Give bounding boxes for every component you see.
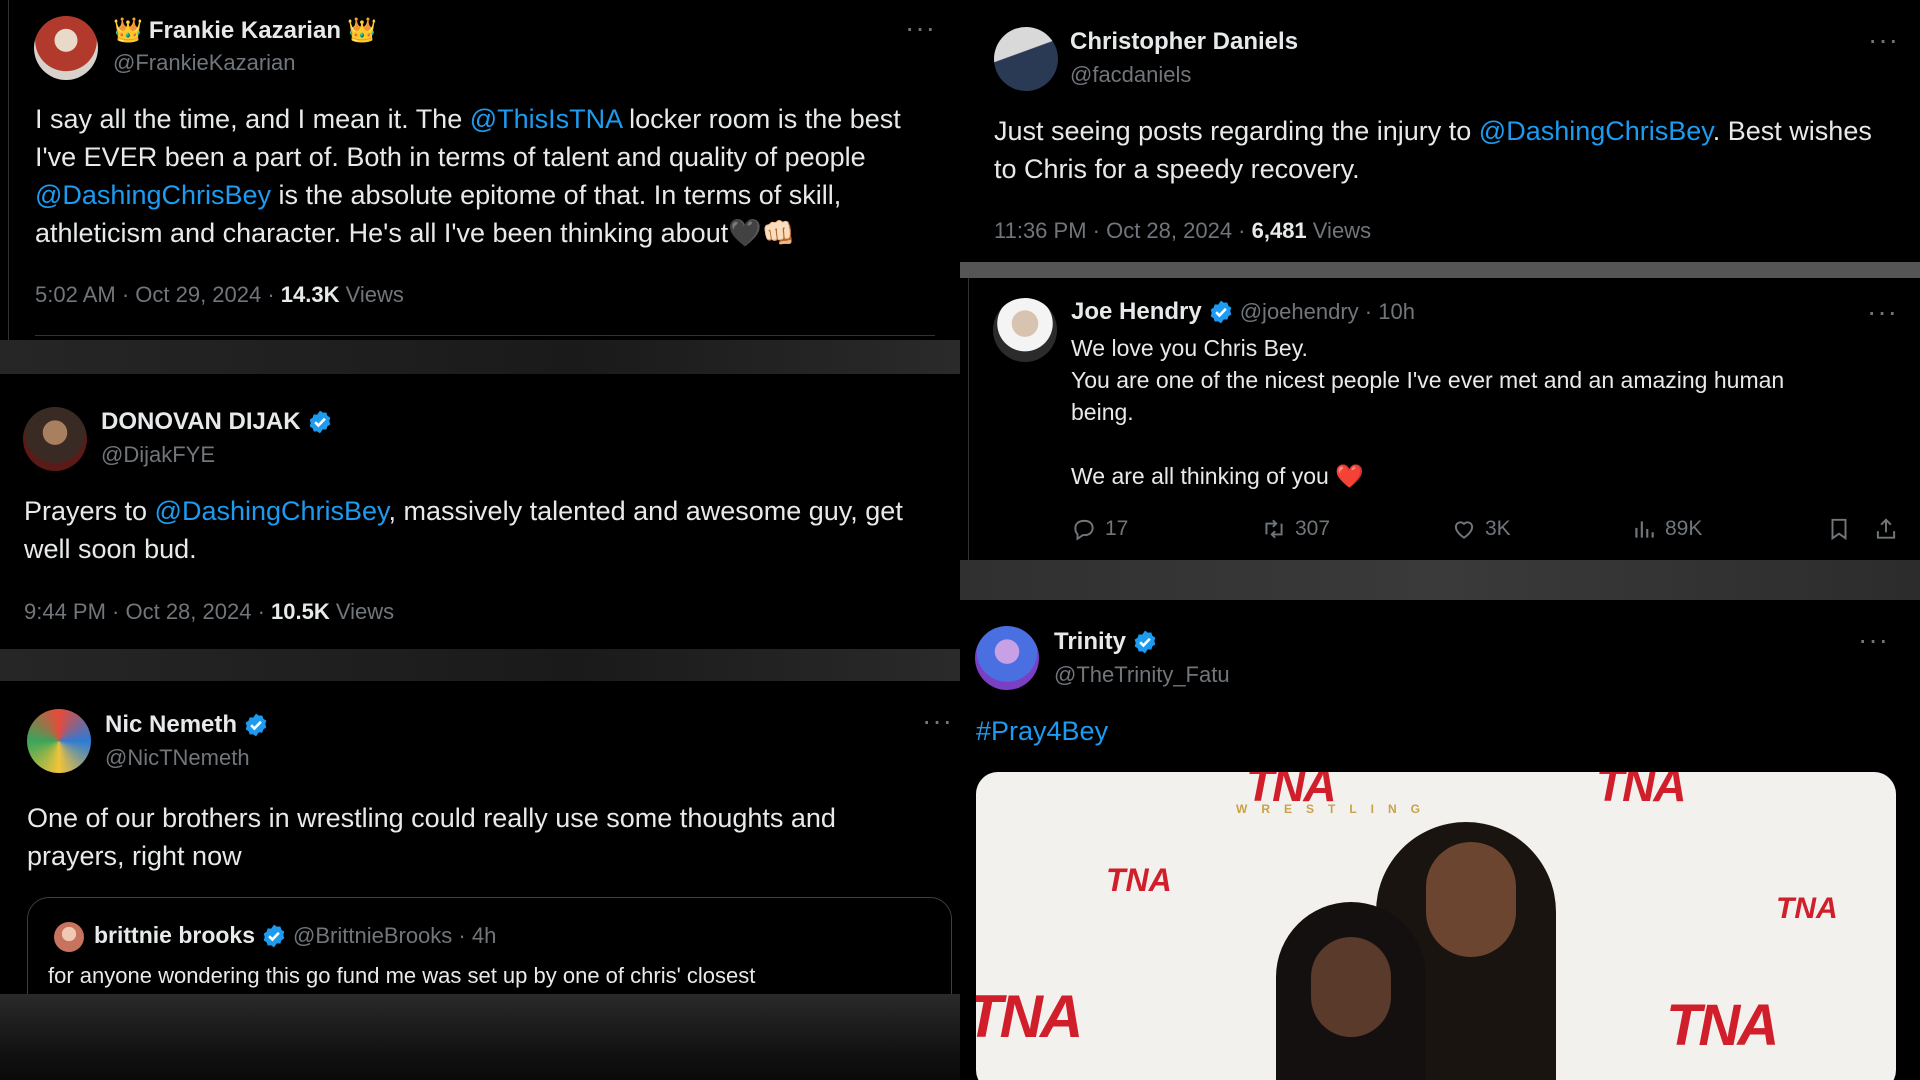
author-handle[interactable]: @NicTNemeth [105,745,250,771]
separator-line [35,335,935,336]
view-count: 6,481 [1251,218,1307,243]
author-handle[interactable]: @TheTrinity_Fatu [1054,662,1230,688]
tweet-trinity[interactable]: Trinity @TheTrinity_Fatu ··· #Pray4Bey T… [962,600,1920,1080]
more-horizontal-icon[interactable]: ··· [1858,626,1889,654]
backdrop-subtitle: WRESTLING [1236,802,1434,816]
tweet-text: I say all the time, and I mean it. The @… [35,104,901,248]
heart-icon [1454,521,1474,539]
collage-divider [960,560,1920,600]
tweet-frankie-kazarian[interactable]: 👑 Frankie Kazarian 👑 @FrankieKazarian ··… [8,0,958,340]
avatar[interactable] [27,709,91,773]
backdrop-logo: TNA [976,983,1083,1050]
person-face [1426,842,1516,957]
mention-link[interactable]: @DashingChrisBey [35,180,271,210]
author-handle[interactable]: @DijakFYE [101,442,215,468]
share-icon [1876,518,1896,539]
backdrop-logo: TNA [1776,892,1838,925]
action-bar: 17 307 3K 89K [1071,514,1896,544]
more-horizontal-icon[interactable]: ··· [1867,298,1898,326]
backdrop-logo: TNA [1106,862,1172,898]
avatar[interactable] [994,27,1058,91]
collage-divider [960,262,1920,278]
bookmark-button[interactable] [1826,516,1852,542]
verified-badge-icon [1210,300,1232,324]
analytics-icon [1635,521,1654,538]
more-horizontal-icon[interactable]: ··· [905,14,936,42]
collage-divider [0,994,960,1080]
tweet-text: Prayers to @DashingChrisBey, massively t… [24,496,903,564]
view-count: 14.3K [280,282,340,307]
collage-divider [0,340,960,374]
avatar[interactable] [34,16,98,80]
tweet-meta: 11:36 PM · Oct 28, 2024 · 6,481 Views [994,218,1372,243]
tweet-photo[interactable]: TNA TNA TNA TNA TNA TNA WRESTLING [976,772,1896,1080]
mention-link[interactable]: @ThisIsTNA [470,104,622,134]
tweet-meta: 5:02 AM · Oct 29, 2024 · 14.3K Views [35,282,404,307]
backdrop-logo: TNA [1666,993,1779,1058]
view-count: 10.5K [271,599,330,624]
verified-badge-icon [245,713,267,737]
repost-icon [1265,519,1283,539]
author-name[interactable]: Christopher Daniels [1070,28,1298,56]
author-handle[interactable]: @facdaniels [1070,62,1191,88]
tweet-donovan-dijak[interactable]: DONOVAN DIJAK @DijakFYE Prayers to @Dash… [0,374,958,649]
author-handle-time[interactable]: @joehendry · 10h [1240,299,1415,325]
reply-icon [1074,519,1094,541]
crown-emoji-icon: 👑 [346,17,377,44]
mention-link[interactable]: @DashingChrisBey [155,496,389,526]
tweet-meta: 9:44 PM · Oct 28, 2024 · 10.5K Views [24,599,395,624]
verified-badge-icon [309,410,330,434]
tweet-nic-nemeth[interactable]: Nic Nemeth @NicTNemeth ··· One of our br… [0,681,958,994]
bookmark-icon [1831,518,1847,541]
author-name[interactable]: DONOVAN DIJAK [101,408,333,436]
hashtag-link[interactable]: #Pray4Bey [976,712,1108,750]
collage-divider [0,649,960,681]
more-horizontal-icon[interactable]: ··· [922,707,953,735]
tweet-joe-hendry[interactable]: Joe Hendry @joehendry · 10h ··· We love … [968,278,1920,560]
author-name[interactable]: Joe Hendry @joehendry · 10h [1071,298,1415,326]
avatar[interactable] [975,626,1039,690]
quoted-text: for anyone wondering this go fund me was… [48,963,756,988]
verified-badge-icon [263,924,285,947]
avatar[interactable] [54,922,84,952]
person-face [1311,937,1391,1037]
tweet-text: One of our brothers in wrestling could r… [27,803,836,871]
heart-fist-emoji: 🖤👊🏻 [728,218,796,248]
avatar[interactable] [993,298,1057,362]
more-horizontal-icon[interactable]: ··· [1868,26,1899,54]
tweet-christopher-daniels[interactable]: Christopher Daniels @facdaniels ··· Just… [962,0,1920,262]
avatar[interactable] [23,407,87,471]
reply-button[interactable]: 17 [1071,516,1128,542]
tweet-text: Just seeing posts regarding the injury t… [994,116,1872,184]
repost-button[interactable]: 307 [1261,516,1330,542]
quoted-handle-time[interactable]: @BrittnieBrooks · 4h [293,923,496,949]
views-button[interactable]: 89K [1631,516,1702,542]
share-button[interactable] [1873,516,1899,542]
mention-link[interactable]: @DashingChrisBey [1479,116,1713,146]
author-handle[interactable]: @FrankieKazarian [113,50,296,76]
like-button[interactable]: 3K [1451,516,1511,542]
author-name[interactable]: 👑 Frankie Kazarian 👑 [113,16,377,45]
crown-emoji-icon: 👑 [113,17,143,44]
red-heart-emoji: ❤️ [1335,463,1364,489]
quoted-tweet[interactable]: brittnie brooks @BrittnieBrooks · 4h for… [27,897,952,994]
author-name[interactable]: Trinity [1054,628,1158,656]
quoted-author[interactable]: brittnie brooks @BrittnieBrooks · 4h [94,922,496,949]
backdrop-logo: TNA [1596,772,1687,811]
verified-badge-icon [1134,630,1156,654]
author-name[interactable]: Nic Nemeth [105,711,269,739]
tweet-text: We love you Chris Bey. You are one of th… [1071,335,1785,489]
